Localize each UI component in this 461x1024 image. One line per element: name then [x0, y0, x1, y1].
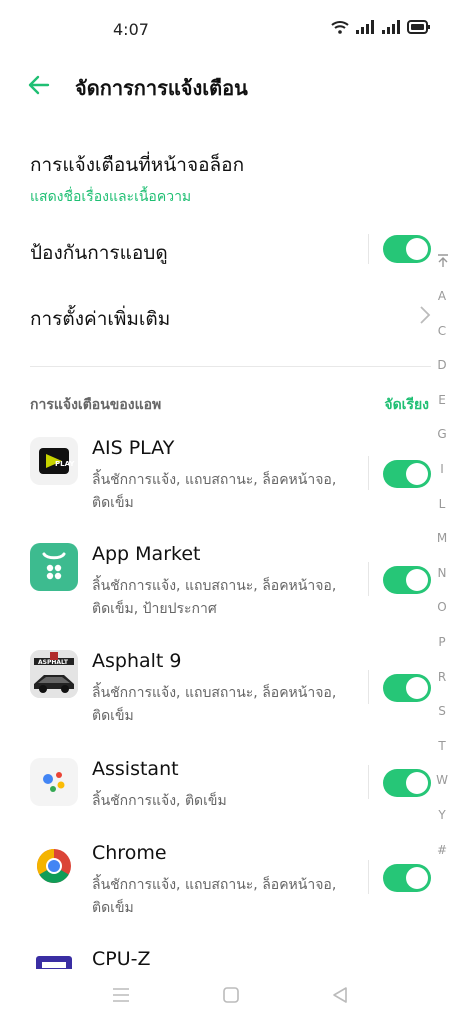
cpuz-icon: [30, 948, 78, 970]
app-row-chrome[interactable]: Chrome ลิ้นชักการแจ้ง, แถบสถานะ, ล็อคหน้…: [30, 842, 431, 932]
toggle-chrome[interactable]: [383, 864, 431, 892]
app-name: Assistant: [92, 758, 179, 780]
toggle-ais-play[interactable]: [383, 460, 431, 488]
asphalt-icon: ASPHALT: [30, 650, 78, 698]
index-letter[interactable]: G: [431, 417, 453, 452]
page-title: จัดการการแจ้งเตือน: [75, 76, 248, 100]
status-bar: 4:07: [0, 0, 461, 60]
index-letter[interactable]: S: [431, 694, 453, 729]
index-letter[interactable]: O: [431, 590, 453, 625]
index-letter[interactable]: L: [431, 487, 453, 522]
svg-text:ASPHALT: ASPHALT: [38, 659, 69, 666]
app-row-asphalt-9[interactable]: ASPHALT Asphalt 9 ลิ้นชักการแจ้ง, แถบสถา…: [30, 650, 431, 740]
index-letter[interactable]: W: [431, 763, 453, 798]
more-settings[interactable]: การตั้งค่าเพิ่มเติม: [30, 304, 431, 334]
app-desc: ลิ้นชักการแจ้ง, ติดเข็ม: [92, 793, 227, 809]
battery-icon: [407, 20, 430, 34]
signal-icon-2: [382, 20, 400, 34]
lockscreen-setting[interactable]: การแจ้งเตือนที่หน้าจอล็อก แสดงชื่อเรื่อง…: [30, 150, 431, 208]
index-letter[interactable]: C: [431, 314, 453, 349]
index-letter[interactable]: M: [431, 521, 453, 556]
lockscreen-title: การแจ้งเตือนที่หน้าจอล็อก: [30, 154, 245, 176]
divider: [368, 670, 369, 704]
peek-protection-setting: ป้องกันการแอบดู: [30, 238, 431, 268]
status-time: 4:07: [113, 20, 149, 39]
app-row-assistant[interactable]: Assistant ลิ้นชักการแจ้ง, ติดเข็ม: [30, 758, 431, 848]
more-settings-title: การตั้งค่าเพิ่มเติม: [30, 308, 171, 330]
index-letter[interactable]: Y: [431, 798, 453, 833]
scroll-to-top-icon[interactable]: [436, 253, 450, 269]
index-letter[interactable]: R: [431, 660, 453, 695]
divider: [368, 765, 369, 799]
index-letter[interactable]: #: [431, 833, 453, 868]
status-icons: [331, 20, 431, 34]
app-row-cpu-z[interactable]: CPU-Z: [30, 948, 431, 970]
app-name: AIS PLAY: [92, 437, 175, 459]
menu-icon[interactable]: [111, 985, 131, 1005]
app-row-ais-play[interactable]: PLAY AIS PLAY ลิ้นชักการแจ้ง, แถบสถานะ, …: [30, 437, 431, 527]
app-desc: ลิ้นชักการแจ้ง, แถบสถานะ, ล็อคหน้าจอ, ติ…: [92, 685, 337, 724]
toggle-assistant[interactable]: [383, 769, 431, 797]
app-desc: ลิ้นชักการแจ้ง, แถบสถานะ, ล็อคหน้าจอ, ติ…: [92, 877, 337, 916]
wifi-icon: [331, 21, 349, 34]
app-name: Chrome: [92, 842, 167, 864]
signal-icon: [356, 20, 374, 34]
divider: [368, 860, 369, 894]
svg-text:PLAY: PLAY: [55, 460, 75, 468]
index-letter[interactable]: D: [431, 348, 453, 383]
index-letter[interactable]: E: [431, 383, 453, 418]
app-desc: ลิ้นชักการแจ้ง, แถบสถานะ, ล็อคหน้าจอ, ติ…: [92, 472, 337, 511]
index-letter[interactable]: I: [431, 452, 453, 487]
chrome-icon: [30, 842, 78, 890]
app-market-icon: [30, 543, 78, 591]
index-letter[interactable]: N: [431, 556, 453, 591]
app-name: App Market: [92, 543, 201, 565]
peek-toggle[interactable]: [383, 235, 431, 263]
toggle-asphalt-9[interactable]: [383, 674, 431, 702]
navigation-bar: [0, 969, 461, 1024]
ais-play-icon: PLAY: [30, 437, 78, 485]
apps-section-label: การแจ้งเตือนของแอพ: [30, 397, 162, 413]
alphabet-index[interactable]: A C D E G I L M N O P R S T W Y #: [431, 279, 453, 867]
peek-title: ป้องกันการแอบดู: [30, 242, 168, 264]
divider: [368, 456, 369, 490]
index-letter[interactable]: T: [431, 729, 453, 764]
divider: [368, 234, 369, 264]
back-arrow-icon[interactable]: [26, 72, 52, 98]
app-name: CPU-Z: [92, 948, 151, 970]
app-row-app-market[interactable]: App Market ลิ้นชักการแจ้ง, แถบสถานะ, ล็อ…: [30, 543, 431, 633]
sort-button[interactable]: จัดเรียง: [384, 394, 429, 416]
section-divider: [30, 366, 431, 367]
app-desc: ลิ้นชักการแจ้ง, แถบสถานะ, ล็อคหน้าจอ, ติ…: [92, 578, 337, 617]
lockscreen-subtitle: แสดงชื่อเรื่องและเนื้อความ: [30, 189, 192, 205]
index-letter[interactable]: P: [431, 625, 453, 660]
home-icon[interactable]: [221, 985, 241, 1005]
divider: [368, 562, 369, 596]
assistant-icon: [30, 758, 78, 806]
toggle-app-market[interactable]: [383, 566, 431, 594]
app-name: Asphalt 9: [92, 650, 182, 672]
back-icon[interactable]: [330, 985, 350, 1005]
header: จัดการการแจ้งเตือน: [0, 70, 461, 104]
index-letter[interactable]: A: [431, 279, 453, 314]
chevron-right-icon: [420, 306, 431, 324]
